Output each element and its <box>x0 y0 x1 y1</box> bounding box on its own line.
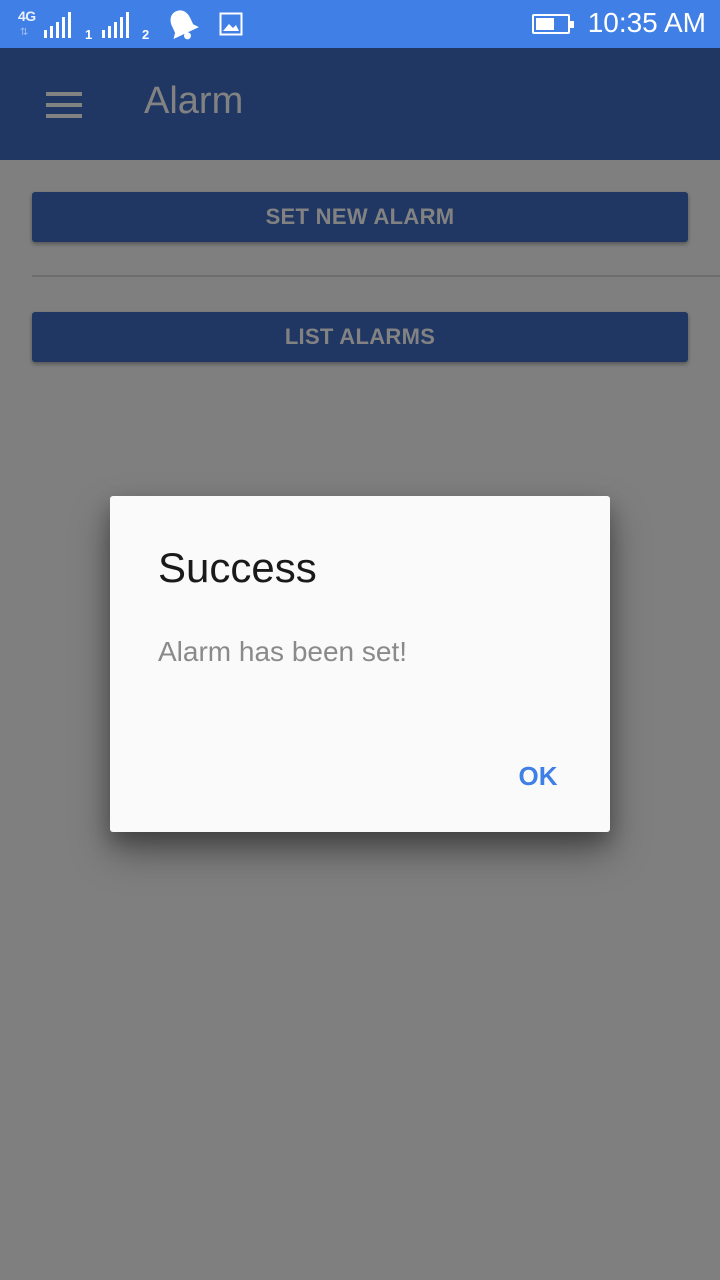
dialog-message: Alarm has been set! <box>158 636 408 667</box>
network-type: 4G <box>18 8 36 24</box>
sim2-label: 2 <box>142 27 150 42</box>
notification-bell-icon <box>170 10 199 40</box>
battery-level <box>536 18 554 30</box>
status-bar: 4G ⇅ 1 2 10:35 AM <box>0 0 720 48</box>
clock: 10:35 AM <box>587 7 706 38</box>
image-icon <box>219 12 243 36</box>
signal-icon <box>44 12 71 38</box>
signal-icon <box>102 12 129 38</box>
data-arrows-icon: ⇅ <box>20 27 28 38</box>
success-dialog: Success Alarm has been set! OK <box>110 496 610 832</box>
ok-button[interactable]: OK <box>502 748 574 804</box>
dialog-title: Success <box>158 544 317 591</box>
sim1-label: 1 <box>85 27 93 42</box>
battery-icon <box>532 14 574 34</box>
